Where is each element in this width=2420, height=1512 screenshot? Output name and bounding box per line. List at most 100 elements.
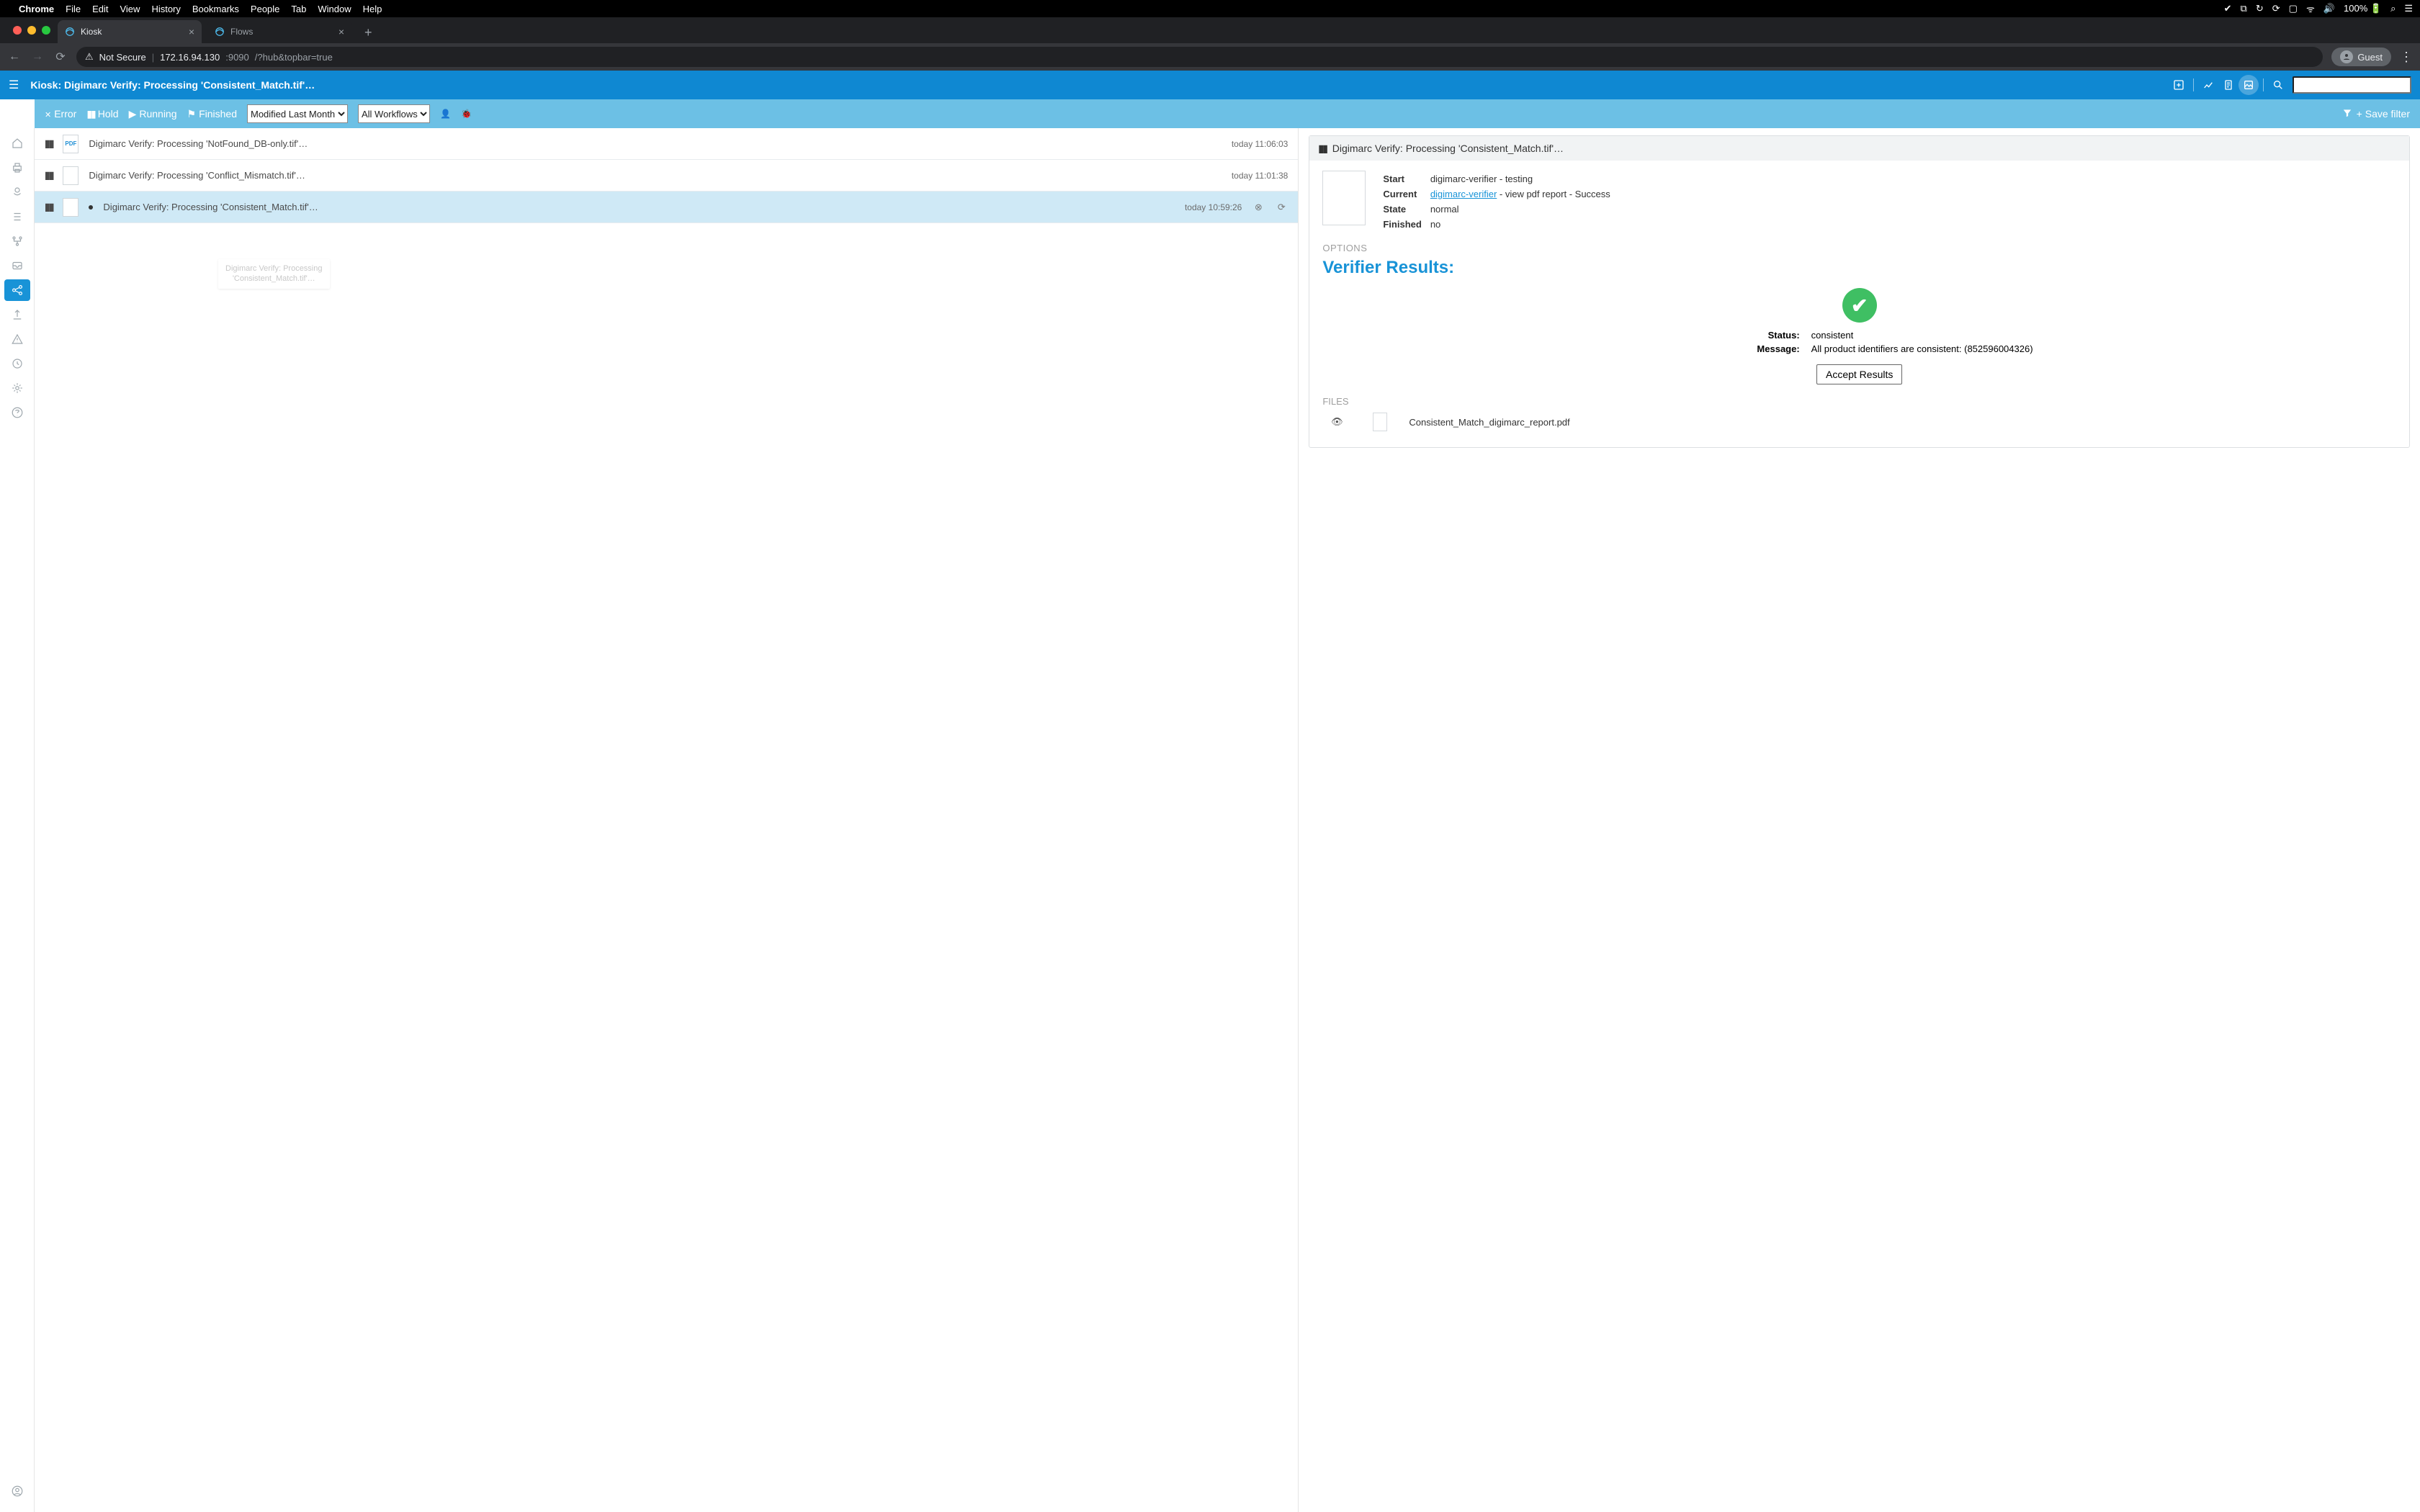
pdf-thumb-icon: PDF <box>63 135 79 153</box>
files-label: FILES <box>1322 396 2396 407</box>
nav-reload-icon[interactable]: ⟳ <box>53 50 68 64</box>
verifier-results-heading: Verifier Results: <box>1322 258 2396 278</box>
sidebar-nodes-icon[interactable] <box>4 230 30 252</box>
tab-favicon-icon <box>215 27 225 37</box>
chrome-menu-icon[interactable]: ⋮ <box>2400 50 2413 65</box>
job-row[interactable]: ▮▮ PDF Digimarc Verify: Processing 'NotF… <box>35 128 1298 160</box>
sidebar-home-icon[interactable] <box>4 132 30 154</box>
message-value: All product identifiers are consistent: … <box>1811 343 2042 354</box>
job-row[interactable]: ▮▮ Digimarc Verify: Processing 'Consiste… <box>35 192 1298 223</box>
sidebar-gear-icon[interactable] <box>4 377 30 399</box>
status-control-icon[interactable]: ☰ <box>2404 3 2413 14</box>
header-doc-icon[interactable] <box>2218 75 2238 95</box>
filter-hold[interactable]: ▮▮ Hold <box>86 108 118 120</box>
hamburger-icon[interactable]: ☰ <box>9 78 19 92</box>
sidebar-layers-icon[interactable] <box>4 181 30 203</box>
window-controls <box>6 17 58 43</box>
pause-icon: ▮▮ <box>45 138 53 150</box>
sidebar-user-icon[interactable] <box>4 1480 30 1502</box>
filter-workflow-select[interactable]: All Workflows <box>358 104 430 123</box>
window-zoom[interactable] <box>42 26 50 35</box>
status-battery-icon[interactable]: ▢ <box>2289 3 2298 14</box>
filter-date-select[interactable]: Modified Last Month <box>247 104 348 123</box>
detail-meta: Startdigimarc-verifier - testing Current… <box>1381 171 1618 233</box>
eye-icon[interactable]: 👁 <box>1322 416 1351 428</box>
sidebar-warning-icon[interactable] <box>4 328 30 350</box>
status-sync-icon[interactable]: ⟳ <box>2272 3 2280 14</box>
status-airplay-icon[interactable]: ⧉ <box>2241 3 2247 14</box>
left-sidebar <box>0 128 35 1512</box>
job-name: Digimarc Verify: Processing 'NotFound_DB… <box>89 138 1221 149</box>
status-key: Status: <box>1677 330 1800 341</box>
nav-forward-icon[interactable]: → <box>30 50 45 63</box>
refresh-icon[interactable]: ⟳ <box>1275 202 1288 213</box>
current-link[interactable]: digimarc-verifier <box>1430 189 1497 199</box>
filter-user-icon[interactable]: 👤 <box>440 109 451 119</box>
header-image-icon[interactable] <box>2238 75 2259 95</box>
tab-close-icon[interactable]: × <box>189 26 194 37</box>
sidebar-share-icon[interactable] <box>4 279 30 301</box>
url-port: :9090 <box>225 52 249 63</box>
window-minimize[interactable] <box>27 26 36 35</box>
profile-guest[interactable]: Guest <box>2331 48 2391 66</box>
menu-edit[interactable]: Edit <box>92 4 108 14</box>
dot-icon <box>89 205 93 210</box>
success-check-icon: ✔ <box>1842 288 1877 323</box>
tab-kiosk[interactable]: Kiosk × <box>58 20 202 43</box>
menu-people[interactable]: People <box>251 4 279 14</box>
not-secure-icon: ⚠ <box>85 51 94 63</box>
detail-pane: ▮▮ Digimarc Verify: Processing 'Consiste… <box>1299 128 2420 1512</box>
header-search-icon[interactable] <box>2268 75 2288 95</box>
detail-preview-thumb[interactable] <box>1322 171 1366 225</box>
pause-icon: ▮▮ <box>45 169 53 181</box>
status-search-icon[interactable]: ⌕ <box>2390 3 2396 14</box>
sidebar-help-icon[interactable] <box>4 402 30 423</box>
filter-funnel-icon[interactable] <box>2342 108 2352 120</box>
filter-error[interactable]: Error <box>45 108 76 120</box>
macos-menu-bar: Chrome File Edit View History Bookmarks … <box>0 0 2420 17</box>
file-name: Consistent_Match_digimarc_report.pdf <box>1409 417 1569 428</box>
tab-close-icon[interactable]: × <box>339 26 344 37</box>
sidebar-clock-icon[interactable] <box>4 353 30 374</box>
nav-back-icon[interactable]: ← <box>7 50 22 63</box>
sidebar-printer-icon[interactable] <box>4 157 30 179</box>
menu-bookmarks[interactable]: Bookmarks <box>192 4 239 14</box>
job-list: ▮▮ PDF Digimarc Verify: Processing 'NotF… <box>35 128 1299 1512</box>
chrome-toolbar: ← → ⟳ ⚠ Not Secure | 172.16.94.130:9090/… <box>0 43 2420 71</box>
menu-app-name[interactable]: Chrome <box>19 4 54 14</box>
url-path: /?hub&topbar=true <box>255 52 333 63</box>
job-row[interactable]: ▮▮ Digimarc Verify: Processing 'Conflict… <box>35 160 1298 192</box>
filter-bug-icon[interactable]: 🐞 <box>461 109 472 119</box>
status-wifi-icon[interactable]: ᯤ <box>2306 2 2315 15</box>
page-title: Kiosk: Digimarc Verify: Processing 'Cons… <box>30 79 315 91</box>
pause-icon: ▮▮ <box>45 201 53 213</box>
menu-window[interactable]: Window <box>318 4 351 14</box>
cancel-icon[interactable]: ⊗ <box>1252 202 1265 213</box>
menu-help[interactable]: Help <box>363 4 382 14</box>
sidebar-upload-icon[interactable] <box>4 304 30 325</box>
header-add-icon[interactable] <box>2169 75 2189 95</box>
sidebar-inbox-icon[interactable] <box>4 255 30 276</box>
file-row[interactable]: 👁 Consistent_Match_digimarc_report.pdf <box>1322 413 2396 431</box>
save-filter-button[interactable]: + Save filter <box>2357 108 2410 120</box>
status-timemachine-icon[interactable]: ↻ <box>2256 3 2264 14</box>
address-bar[interactable]: ⚠ Not Secure | 172.16.94.130:9090/?hub&t… <box>76 47 2323 67</box>
accept-results-button[interactable]: Accept Results <box>1816 364 1902 384</box>
header-search-input[interactable] <box>2293 76 2411 94</box>
new-tab-button[interactable]: + <box>357 22 380 43</box>
filter-running[interactable]: ▶ Running <box>129 108 177 120</box>
status-volume-icon[interactable]: 🔊 <box>2323 3 2335 14</box>
menu-tab[interactable]: Tab <box>291 4 306 14</box>
tab-title: Kiosk <box>81 27 102 37</box>
menu-view[interactable]: View <box>120 4 140 14</box>
sidebar-list-icon[interactable] <box>4 206 30 228</box>
menu-file[interactable]: File <box>66 4 81 14</box>
status-check-icon[interactable]: ✔︎ <box>2224 3 2232 14</box>
menu-history[interactable]: History <box>151 4 180 14</box>
tab-flows[interactable]: Flows × <box>207 20 351 43</box>
filter-finished[interactable]: ⚑ Finished <box>187 108 237 120</box>
job-name: Digimarc Verify: Processing 'Consistent_… <box>103 202 1175 212</box>
options-label: OPTIONS <box>1322 243 2396 253</box>
window-close[interactable] <box>13 26 22 35</box>
header-chart-icon[interactable] <box>2198 75 2218 95</box>
